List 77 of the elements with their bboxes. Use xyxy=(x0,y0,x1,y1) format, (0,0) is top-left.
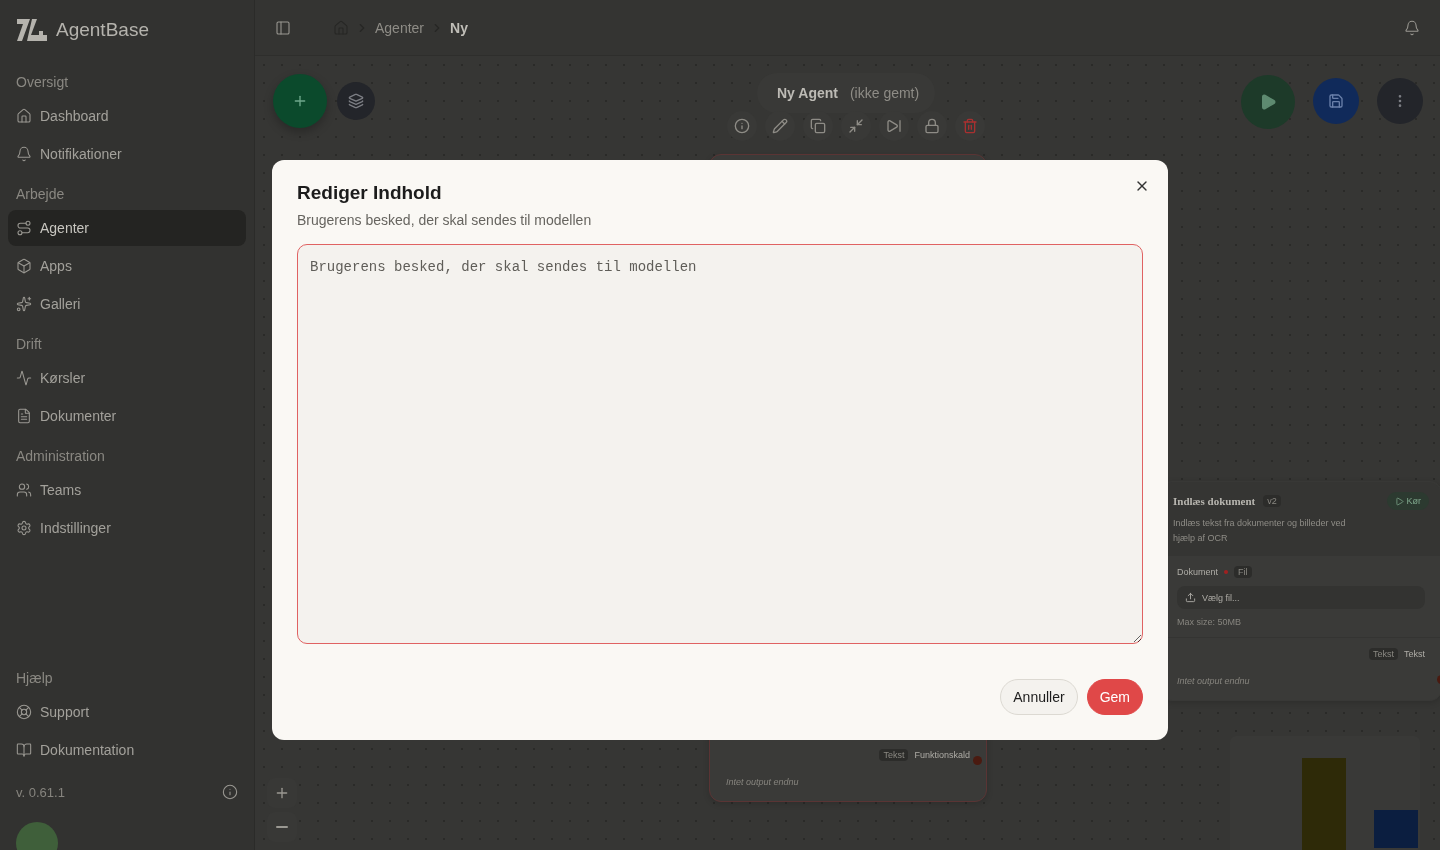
logo-icon xyxy=(16,18,48,42)
sidebar-item[interactable]: Agenter xyxy=(8,210,246,246)
lifebuoy-icon xyxy=(16,704,32,720)
document-icon xyxy=(16,408,32,424)
sidebar-item[interactable]: Dokumenter xyxy=(8,398,246,434)
sidebar-item[interactable]: Dashboard xyxy=(8,98,246,134)
upload-icon xyxy=(1185,592,1196,603)
sidebar-item[interactable]: Support xyxy=(8,694,246,730)
info-icon[interactable] xyxy=(222,784,238,800)
breadcrumb-item[interactable]: Ny xyxy=(450,19,468,36)
sidebar-item[interactable]: Kørsler xyxy=(8,360,246,396)
layers-icon xyxy=(348,93,364,109)
output-label: Funktionskald xyxy=(914,750,970,760)
output-handle[interactable] xyxy=(973,756,982,765)
plus-icon xyxy=(292,93,308,109)
trash-icon xyxy=(962,118,978,134)
save-status: (ikke gemt) xyxy=(849,85,920,101)
empty-output-text: Intet output endnu xyxy=(726,777,800,787)
empty-output-text: Intet output endnu xyxy=(1177,676,1251,686)
save-button[interactable] xyxy=(1313,78,1359,124)
section-title: Administration xyxy=(15,448,106,464)
activity-icon xyxy=(16,370,32,386)
dialog-description: Brugerens besked, der skal sendes til modellen xyxy=(297,212,593,228)
play-icon xyxy=(1394,496,1404,506)
breadcrumb-item[interactable]: Agenter xyxy=(375,19,425,36)
agent-name: Ny Agent xyxy=(777,85,838,101)
minus-icon xyxy=(276,826,288,828)
section-title: Drift xyxy=(15,336,43,352)
sparkles-icon xyxy=(16,296,32,312)
add-node-button[interactable] xyxy=(273,74,327,128)
layers-button[interactable] xyxy=(337,82,375,120)
field-label: Dokument xyxy=(1177,567,1219,577)
section-title: Oversigt xyxy=(15,74,70,90)
required-dot xyxy=(1224,570,1229,574)
skip-forward-icon xyxy=(886,118,902,134)
dialog-title: Rediger Indhold xyxy=(297,182,443,204)
run-node-button[interactable]: Kør xyxy=(1386,492,1429,510)
bell-icon xyxy=(16,146,32,162)
gear-icon xyxy=(16,520,32,536)
sidebar-item[interactable]: Galleri xyxy=(8,286,246,322)
node-description: Indlæs tekst fra dokumenter og billeder ved hjælp af OCR xyxy=(1173,517,1347,545)
node-title: Indlæs dokument xyxy=(1173,495,1256,507)
bell-icon[interactable] xyxy=(1404,19,1420,36)
sidebar-item[interactable]: Dokumentation xyxy=(8,732,246,768)
collapse-icon xyxy=(848,118,864,134)
type-tag: Tekst xyxy=(879,749,909,761)
cube-icon xyxy=(16,258,32,274)
output-label: Tekst xyxy=(1404,649,1425,659)
size-hint: Max size: 50MB xyxy=(1177,617,1243,627)
users-icon xyxy=(16,482,32,498)
version-tag: v2 xyxy=(1263,495,1281,507)
version-label: v. 0.61.1 xyxy=(16,784,65,800)
brand-name: AgentBase xyxy=(56,19,149,41)
book-icon xyxy=(16,742,32,758)
sidebar-item[interactable]: Notifikationer xyxy=(8,136,246,172)
save-button[interactable]: Gem xyxy=(1086,679,1143,715)
save-icon xyxy=(1328,93,1344,109)
plus-icon xyxy=(274,785,290,801)
copy-icon xyxy=(810,118,826,134)
message-input-field[interactable]: Brugerens besked, der skal sendes til modellen xyxy=(297,244,1143,644)
run-button[interactable] xyxy=(1241,75,1295,129)
play-icon xyxy=(1259,93,1277,111)
info-icon xyxy=(734,118,750,134)
house-icon xyxy=(16,108,32,124)
type-tag: Tekst xyxy=(1368,648,1398,660)
route-icon xyxy=(16,220,32,236)
section-title: Arbejde xyxy=(15,186,66,202)
sidebar-item[interactable]: Apps xyxy=(8,248,246,284)
lock-icon xyxy=(924,118,940,134)
type-tag: Fil xyxy=(1234,566,1252,578)
sidebar-item[interactable]: Teams xyxy=(8,472,246,508)
sidebar-toggle-icon[interactable] xyxy=(275,19,291,36)
section-title: Hjælp xyxy=(15,670,54,686)
sidebar-item[interactable]: Indstillinger xyxy=(8,510,246,546)
cancel-button[interactable]: Annuller xyxy=(1000,679,1078,715)
file-upload-button[interactable]: Vælg fil... xyxy=(1177,586,1425,609)
pencil-icon xyxy=(772,118,788,134)
